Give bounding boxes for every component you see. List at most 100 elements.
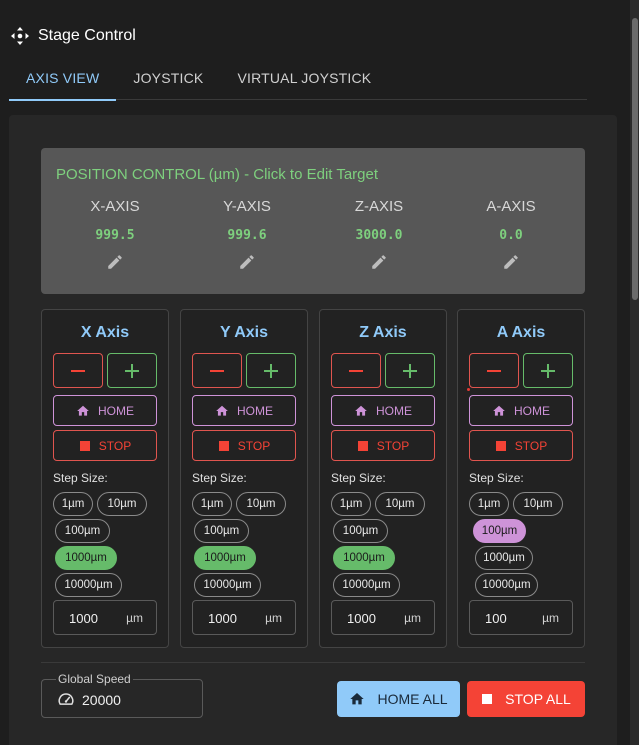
scrollbar-thumb[interactable] bbox=[632, 18, 638, 300]
step-chip-1000um[interactable]: 1000µm bbox=[475, 546, 533, 570]
axis-card-title: Z Axis bbox=[359, 324, 407, 341]
tab-joystick[interactable]: JOYSTICK bbox=[116, 56, 220, 100]
step-chip-1000um[interactable]: 1000µm bbox=[194, 546, 256, 570]
position-y[interactable]: Y-AXIS 999.6 bbox=[192, 198, 302, 271]
axis-value[interactable]: 999.6 bbox=[192, 228, 302, 243]
global-speed-value[interactable]: 20000 bbox=[82, 692, 121, 708]
stop-label: STOP bbox=[237, 438, 271, 453]
pencil-icon[interactable] bbox=[106, 253, 124, 271]
decrement-button[interactable] bbox=[469, 353, 519, 388]
axis-value[interactable]: 3000.0 bbox=[324, 228, 434, 243]
tab-virtual-joystick[interactable]: VIRTUAL JOYSTICK bbox=[220, 56, 388, 100]
step-chip-10um[interactable]: 10µm bbox=[375, 492, 425, 516]
plus-icon bbox=[541, 363, 555, 378]
step-chip-10000um[interactable]: 10000µm bbox=[475, 573, 538, 597]
tab-axis-view[interactable]: AXIS VIEW bbox=[9, 56, 117, 101]
step-chip-1000um[interactable]: 1000µm bbox=[333, 546, 395, 570]
home-label: HOME bbox=[514, 403, 550, 418]
step-value[interactable]: 1000 bbox=[347, 611, 376, 626]
pencil-icon[interactable] bbox=[502, 253, 520, 271]
position-z[interactable]: Z-AXIS 3000.0 bbox=[324, 198, 434, 271]
stop-icon bbox=[495, 440, 506, 451]
home-label: HOME bbox=[98, 403, 134, 418]
step-chip-10um[interactable]: 10µm bbox=[236, 492, 286, 516]
step-chip-10um[interactable]: 10µm bbox=[513, 492, 563, 516]
stop-label: STOP bbox=[98, 438, 132, 453]
step-chip-100um[interactable]: 100µm bbox=[473, 519, 526, 543]
increment-button[interactable] bbox=[385, 353, 435, 388]
axis-card-title: A Axis bbox=[496, 324, 546, 341]
decrement-button[interactable] bbox=[53, 353, 103, 388]
home-icon bbox=[77, 405, 89, 416]
step-size-label: Step Size: bbox=[331, 471, 386, 485]
home-icon bbox=[493, 405, 505, 416]
axis-name: A-AXIS bbox=[486, 198, 536, 215]
decrement-button[interactable] bbox=[192, 353, 242, 388]
step-value[interactable]: 100 bbox=[485, 611, 507, 626]
step-chip-100um[interactable]: 100µm bbox=[333, 519, 388, 543]
home-button[interactable]: HOME bbox=[469, 395, 573, 426]
step-chip-10um[interactable]: 10µm bbox=[97, 492, 147, 516]
step-chip-1000um[interactable]: 1000µm bbox=[55, 546, 117, 570]
home-icon bbox=[350, 693, 365, 705]
axis-card-y: Y Axis HOME STOP Step Size: 1µm 10µm 100… bbox=[180, 309, 308, 648]
stop-button[interactable]: STOP bbox=[53, 430, 157, 461]
step-size-input[interactable]: 1000 µm bbox=[192, 600, 296, 635]
stop-button[interactable]: STOP bbox=[192, 430, 296, 461]
home-button[interactable]: HOME bbox=[192, 395, 296, 426]
stop-icon bbox=[218, 440, 229, 451]
step-chip-100um[interactable]: 100µm bbox=[55, 519, 110, 543]
stop-button[interactable]: STOP bbox=[469, 430, 573, 461]
step-size-input[interactable]: 1000 µm bbox=[53, 600, 157, 635]
step-size-label: Step Size: bbox=[192, 471, 247, 485]
step-chip-1um[interactable]: 1µm bbox=[469, 492, 509, 516]
decrement-button[interactable] bbox=[331, 353, 381, 388]
plus-icon bbox=[403, 363, 417, 378]
stop-button[interactable]: STOP bbox=[331, 430, 435, 461]
home-all-button[interactable]: HOME ALL bbox=[337, 681, 460, 717]
home-button[interactable]: HOME bbox=[331, 395, 435, 426]
stop-icon bbox=[357, 440, 368, 451]
pencil-icon[interactable] bbox=[238, 253, 256, 271]
step-chip-10000um[interactable]: 10000µm bbox=[194, 573, 261, 597]
step-chip-1um[interactable]: 1µm bbox=[192, 492, 232, 516]
home-label: HOME bbox=[237, 403, 273, 418]
step-size-label: Step Size: bbox=[53, 471, 108, 485]
step-value[interactable]: 1000 bbox=[208, 611, 237, 626]
position-a[interactable]: A-AXIS 0.0 bbox=[456, 198, 566, 271]
plus-icon bbox=[264, 363, 278, 378]
home-all-label: HOME ALL bbox=[377, 691, 448, 707]
increment-button[interactable] bbox=[523, 353, 573, 388]
step-chip-10000um[interactable]: 10000µm bbox=[333, 573, 400, 597]
step-unit: µm bbox=[265, 611, 282, 625]
axis-card-title: Y Axis bbox=[219, 324, 269, 341]
axis-card-z: Z Axis HOME STOP Step Size: 1µm 10µm 100… bbox=[319, 309, 447, 648]
minus-icon bbox=[210, 369, 224, 372]
stop-all-label: STOP ALL bbox=[505, 691, 571, 707]
stop-all-button[interactable]: STOP ALL bbox=[467, 681, 585, 717]
step-size-input[interactable]: 100 µm bbox=[469, 600, 573, 635]
step-chip-100um[interactable]: 100µm bbox=[194, 519, 249, 543]
step-size-input[interactable]: 1000 µm bbox=[331, 600, 435, 635]
plus-icon bbox=[125, 363, 139, 378]
tab-bar: AXIS VIEW JOYSTICK VIRTUAL JOYSTICK bbox=[9, 56, 587, 101]
axis-card-x: X Axis HOME STOP Step Size: 1µm 10µm 100… bbox=[41, 309, 169, 648]
step-chip-1um[interactable]: 1µm bbox=[331, 492, 371, 516]
axis-value[interactable]: 999.5 bbox=[60, 228, 170, 243]
speedometer-icon bbox=[58, 693, 74, 705]
axis-value[interactable]: 0.0 bbox=[456, 228, 566, 243]
pencil-icon[interactable] bbox=[370, 253, 388, 271]
app-title: Stage Control bbox=[38, 27, 136, 44]
axis-card-title: X Axis bbox=[80, 324, 130, 341]
axis-name: Y-AXIS bbox=[223, 198, 271, 215]
step-value[interactable]: 1000 bbox=[69, 611, 98, 626]
increment-button[interactable] bbox=[246, 353, 296, 388]
stop-label: STOP bbox=[376, 438, 410, 453]
position-control-title: POSITION CONTROL (µm) - Click to Edit Ta… bbox=[56, 166, 379, 183]
increment-button[interactable] bbox=[107, 353, 157, 388]
home-button[interactable]: HOME bbox=[53, 395, 157, 426]
step-chip-10000um[interactable]: 10000µm bbox=[55, 573, 122, 597]
position-x[interactable]: X-AXIS 999.5 bbox=[60, 198, 170, 271]
step-chip-1um[interactable]: 1µm bbox=[53, 492, 93, 516]
step-unit: µm bbox=[542, 611, 559, 625]
